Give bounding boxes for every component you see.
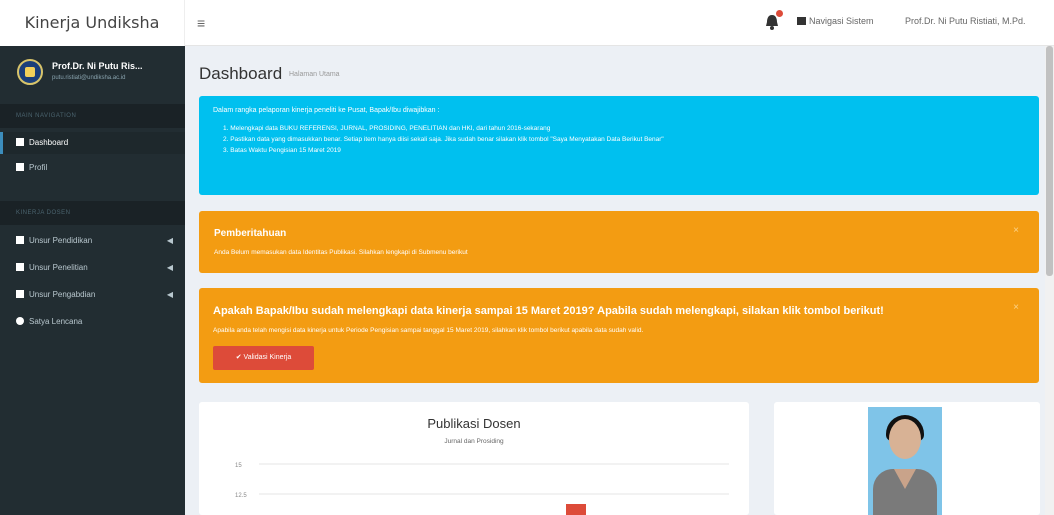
user-icon (16, 163, 24, 171)
sidebar-item-label: Unsur Pengabdian (29, 290, 96, 299)
chart-bar (566, 504, 586, 515)
nav-sistem-label: Navigasi Sistem (809, 16, 874, 26)
sidebar-header-main: MAIN NAVIGATION (0, 104, 185, 128)
table-icon (797, 17, 806, 25)
menu-toggle-icon[interactable]: ≡ (197, 15, 205, 31)
sidebar-item-pengabdian[interactable]: Unsur Pengabdian ◀ (0, 284, 185, 306)
sidebar-item-label: Dashboard (29, 138, 69, 147)
sidebar-item-label: Unsur Penelitian (29, 263, 88, 272)
validate-button-label: Validasi Kinerja (243, 354, 292, 361)
notice-title: Pemberitahuan (214, 228, 287, 239)
app-logo[interactable]: Kinerja Undiksha (0, 0, 185, 46)
sidebar-item-satya-lencana[interactable]: Satya Lencana (0, 311, 185, 333)
photo-face (889, 419, 921, 459)
list-item: 2. Pastikan data yang dimasukkan benar. … (223, 136, 664, 143)
sidebar-item-dashboard[interactable]: Dashboard (0, 132, 185, 154)
avatar (17, 59, 43, 85)
confirm-callout: Apakah Bapak/Ibu sudah melengkapi data k… (199, 288, 1039, 383)
validate-button[interactable]: ✔ Validasi Kinerja (213, 346, 314, 370)
page-subtitle: Halaman Utama (289, 71, 340, 78)
sidebar-item-label: Profil (29, 163, 48, 172)
nav-sistem-link[interactable]: Navigasi Sistem (797, 16, 874, 26)
info-list: 1. Melengkapi data BUKU REFERENSI, JURNA… (223, 123, 664, 156)
scrollbar-thumb[interactable] (1046, 46, 1053, 276)
y-tick-label: 15 (235, 463, 242, 469)
sidebar-item-penelitian[interactable]: Unsur Penelitian ◀ (0, 257, 185, 279)
chevron-left-icon: ◀ (166, 263, 173, 272)
sidebar-item-profil[interactable]: Profil (0, 157, 185, 179)
sidebar: Prof.Dr. Ni Putu Ris... putu.ristiati@un… (0, 46, 185, 515)
user-email: putu.ristiati@undiksha.ac.id (52, 75, 126, 81)
info-intro: Dalam rangka pelaporan kinerja peneliti … (213, 107, 440, 114)
user-name: Prof.Dr. Ni Putu Ris... (52, 61, 143, 71)
publication-chart: 15 12.5 (235, 463, 729, 515)
sidebar-header-kinerja: KINERJA DOSEN (0, 201, 185, 225)
list-item: 3. Batas Waktu Pengisian 15 Maret 2019 (223, 147, 341, 154)
notice-callout: Pemberitahuan Anda Belum memasukan data … (199, 211, 1039, 273)
chart-box: Publikasi Dosen Jurnal dan Prosiding 15 1… (199, 402, 749, 515)
sidebar-item-label: Satya Lencana (29, 317, 83, 326)
book-icon (16, 263, 24, 271)
chevron-left-icon: ◀ (166, 290, 173, 299)
confirm-title: Apakah Bapak/Ibu sudah melengkapi data k… (213, 305, 884, 317)
sidebar-item-label: Unsur Pendidikan (29, 236, 93, 245)
person-icon (16, 290, 24, 298)
y-tick-label: 12.5 (235, 493, 247, 499)
user-menu-link[interactable]: Prof.Dr. Ni Putu Ristiati, M.Pd. (905, 16, 1026, 26)
user-panel: Prof.Dr. Ni Putu Ris... putu.ristiati@un… (0, 46, 185, 102)
home-icon (16, 138, 24, 146)
page-title: Dashboard (199, 64, 283, 83)
confirm-text: Apabila anda telah mengisi data kinerja … (213, 327, 644, 334)
profile-photo-box (774, 402, 1040, 515)
info-callout: Dalam rangka pelaporan kinerja peneliti … (199, 96, 1039, 195)
list-item: 1. Melengkapi data BUKU REFERENSI, JURNA… (223, 125, 551, 132)
notification-badge (776, 10, 783, 17)
profile-photo (868, 407, 942, 515)
sidebar-item-pendidikan[interactable]: Unsur Pendidikan ◀ (0, 230, 185, 252)
notice-text: Anda Belum memasukan data Identitas Publ… (214, 249, 468, 256)
chevron-left-icon: ◀ (166, 236, 173, 245)
close-icon[interactable]: × (1013, 302, 1019, 313)
top-header: Kinerja Undiksha ≡ Navigasi Sistem Prof.… (0, 0, 1054, 46)
close-icon[interactable]: × (1013, 225, 1019, 236)
notification-bell-icon[interactable] (763, 10, 783, 31)
check-icon: ✔ (235, 354, 242, 361)
circle-icon (16, 317, 24, 325)
graduation-cap-icon (16, 236, 24, 244)
page-scrollbar[interactable] (1045, 46, 1054, 515)
